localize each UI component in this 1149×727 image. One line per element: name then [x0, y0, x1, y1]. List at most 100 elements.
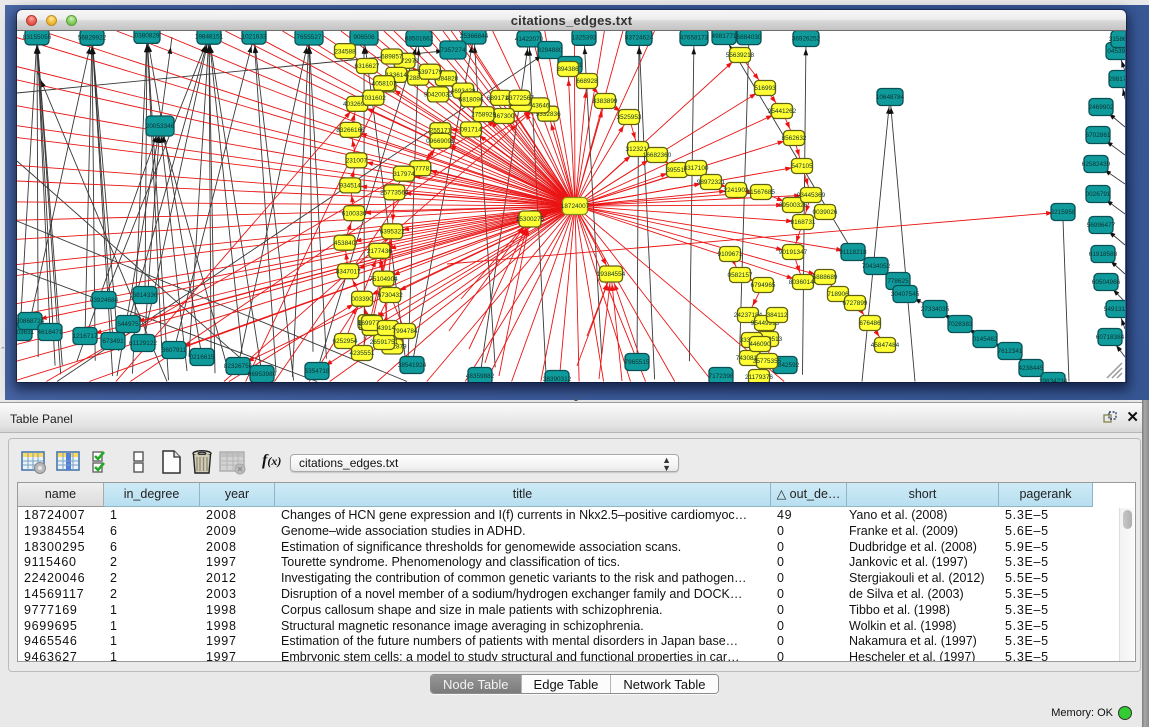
svg-text:689857: 689857	[381, 54, 403, 61]
svg-text:39500326: 39500326	[779, 202, 808, 209]
svg-text:516993: 516993	[754, 85, 776, 92]
svg-text:5888689: 5888689	[813, 274, 838, 281]
svg-text:6727899: 6727899	[843, 300, 868, 307]
svg-text:6794965: 6794965	[751, 282, 776, 289]
svg-text:0145462: 0145462	[973, 336, 998, 343]
svg-text:0216615: 0216615	[190, 354, 215, 361]
svg-text:4618471: 4618471	[38, 329, 63, 336]
svg-text:16682360: 16682360	[643, 152, 672, 159]
svg-text:45847484: 45847484	[871, 342, 900, 349]
svg-text:1021633: 1021633	[242, 33, 267, 40]
svg-text:19848151: 19848151	[195, 33, 224, 40]
svg-text:83266166: 83266166	[336, 127, 365, 134]
svg-text:83724624: 83724624	[625, 35, 654, 42]
svg-text:3525953: 3525953	[617, 114, 642, 121]
svg-text:0380829: 0380829	[135, 33, 160, 40]
svg-text:20053346: 20053346	[146, 123, 175, 130]
svg-text:47658173: 47658173	[680, 35, 709, 42]
svg-text:83155056: 83155056	[23, 34, 52, 41]
svg-text:03445369: 03445369	[797, 192, 826, 199]
svg-text:091714: 091714	[460, 127, 482, 134]
svg-text:231007: 231007	[346, 158, 368, 165]
svg-text:38390312: 38390312	[543, 376, 572, 382]
svg-text:676486: 676486	[859, 320, 881, 327]
svg-text:544975: 544975	[117, 321, 139, 328]
svg-text:9109671: 9109671	[718, 251, 743, 258]
svg-text:2177436: 2177436	[367, 248, 392, 255]
svg-text:6316627: 6316627	[355, 63, 380, 70]
svg-text:61918588: 61918588	[1089, 251, 1118, 258]
svg-text:8317100: 8317100	[684, 165, 709, 172]
svg-text:60504966: 60504966	[1092, 279, 1121, 286]
svg-text:8383899: 8383899	[593, 98, 618, 105]
svg-text:6252954: 6252954	[333, 338, 358, 345]
svg-text:1325393: 1325393	[572, 35, 597, 42]
svg-text:09669091: 09669091	[426, 138, 455, 145]
svg-text:27334035: 27334035	[921, 306, 950, 313]
svg-text:15300275: 15300275	[516, 216, 545, 223]
svg-text:91118218: 91118218	[839, 249, 867, 256]
svg-text:70434052: 70434052	[862, 263, 891, 270]
svg-text:2469902: 2469902	[1089, 104, 1114, 111]
svg-text:045395: 045395	[1107, 48, 1125, 55]
svg-text:38541924: 38541924	[398, 362, 427, 369]
svg-text:234588: 234588	[334, 48, 356, 55]
svg-text:8562632: 8562632	[782, 135, 807, 142]
svg-text:98972321: 98972321	[697, 179, 726, 186]
svg-text:4981771: 4981771	[712, 33, 737, 40]
svg-text:906506: 906506	[353, 34, 375, 41]
svg-text:2241902: 2241902	[724, 187, 749, 194]
svg-text:21179376: 21179376	[745, 374, 773, 381]
svg-text:11567685: 11567685	[747, 189, 775, 196]
svg-text:934514: 934514	[340, 183, 362, 190]
svg-text:6818096: 6818096	[459, 97, 484, 104]
svg-text:6814336: 6814336	[133, 292, 158, 299]
svg-text:95441262: 95441262	[768, 108, 797, 115]
svg-text:26591751: 26591751	[370, 339, 399, 346]
svg-text:90420032: 90420032	[424, 92, 453, 99]
svg-text:673491: 673491	[102, 338, 124, 345]
svg-text:8168731: 8168731	[791, 219, 816, 226]
svg-text:317974: 317974	[393, 171, 415, 178]
svg-text:5354718: 5354718	[305, 368, 330, 375]
svg-text:778625: 778625	[887, 278, 909, 285]
svg-text:1216717: 1216717	[73, 333, 98, 340]
svg-text:7028383: 7028383	[948, 321, 973, 328]
svg-text:894386: 894386	[557, 66, 579, 73]
svg-text:56829922: 56829922	[78, 35, 107, 42]
svg-text:7994784: 7994784	[393, 328, 418, 335]
svg-text:18724007: 18724007	[561, 203, 590, 210]
svg-text:88403631: 88403631	[17, 329, 35, 336]
svg-text:03924684: 03924684	[90, 297, 119, 304]
svg-text:19834234: 19834234	[1039, 378, 1068, 382]
svg-text:2981706: 2981706	[1109, 76, 1125, 83]
svg-text:467300: 467300	[493, 113, 515, 120]
svg-text:31586923: 31586923	[1109, 36, 1125, 43]
svg-text:25773564: 25773564	[380, 190, 409, 197]
svg-text:0026791: 0026791	[1086, 191, 1111, 198]
svg-text:06953980: 06953980	[248, 371, 277, 378]
svg-text:7965515: 7965515	[625, 359, 650, 366]
svg-text:7655527: 7655527	[297, 34, 322, 41]
svg-text:0582157: 0582157	[728, 272, 753, 279]
svg-text:4235551: 4235551	[350, 350, 375, 357]
svg-text:6395322: 6395322	[380, 229, 405, 236]
svg-text:35775355: 35775355	[753, 358, 782, 365]
svg-text:60718384: 60718384	[1096, 334, 1125, 341]
svg-text:8347017: 8347017	[336, 268, 361, 275]
svg-text:54913173: 54913173	[1104, 306, 1125, 313]
svg-text:19384554: 19384554	[597, 271, 626, 278]
svg-text:2758929: 2758929	[471, 111, 496, 118]
svg-text:55639218: 55639218	[726, 52, 755, 59]
svg-text:6702861: 6702861	[1086, 132, 1111, 139]
svg-text:10648784: 10648784	[876, 94, 905, 101]
svg-text:6100330: 6100330	[342, 210, 367, 217]
svg-text:7172398: 7172398	[709, 373, 734, 380]
svg-text:48359882: 48359882	[466, 373, 495, 380]
svg-text:4238445: 4238445	[1019, 365, 1044, 372]
svg-text:36926252: 36926252	[792, 36, 821, 43]
svg-text:82326756: 82326756	[224, 363, 253, 370]
svg-text:0039026: 0039026	[813, 209, 838, 216]
svg-text:3607911: 3607911	[162, 347, 187, 354]
svg-text:43772567: 43772567	[505, 95, 534, 102]
